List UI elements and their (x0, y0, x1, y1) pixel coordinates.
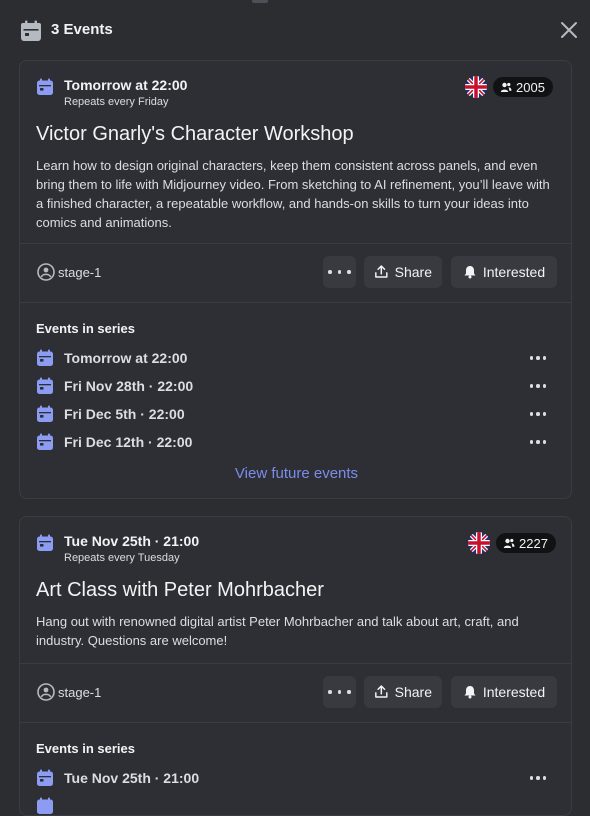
series-item-more-button[interactable] (527, 768, 549, 788)
calendar-icon (37, 78, 53, 95)
series-item-label: Tomorrow at 22:00 (64, 350, 188, 366)
series-item-more-button[interactable] (527, 432, 549, 452)
series-item-label: Fri Nov 28th · 22:00 (64, 378, 194, 394)
series-item[interactable]: Tomorrow at 22:00 (36, 348, 556, 368)
event-time: Tomorrow at 22:00 (64, 77, 188, 93)
series-item[interactable]: Fri Dec 12th · 22:00 (36, 432, 556, 452)
more-options-button[interactable] (323, 676, 356, 708)
series-item-more-button[interactable] (527, 404, 549, 424)
event-description: Hang out with renowned digital artist Pe… (36, 614, 519, 648)
view-future-events-link[interactable]: View future events (20, 465, 571, 482)
calendar-icon (37, 797, 53, 814)
interested-label: Interested (482, 264, 546, 280)
location-label: stage-1 (58, 264, 102, 280)
calendar-icon (21, 20, 41, 41)
interested-button[interactable]: Interested (451, 256, 557, 288)
event-card: Tomorrow at 22:00 Repeats every Friday 2… (19, 60, 572, 499)
interested-count-badge: 2227 (496, 533, 556, 553)
events-in-series: Events in series Tue Nov 25th · 21:00 (20, 723, 571, 815)
events-header: 3 Events (0, 0, 590, 60)
series-item-label: Fri Dec 12th · 22:00 (64, 434, 193, 450)
share-button[interactable]: Share (364, 676, 442, 708)
event-location[interactable]: stage-1 (36, 682, 101, 702)
series-heading: Events in series (36, 741, 135, 756)
people-icon (503, 538, 515, 548)
share-button[interactable]: Share (364, 256, 442, 288)
series-item-label: Tue Nov 25th · 21:00 (64, 770, 200, 786)
event-location[interactable]: stage-1 (36, 262, 101, 282)
interested-button[interactable]: Interested (451, 676, 557, 708)
share-label: Share (394, 684, 432, 700)
close-icon[interactable] (558, 19, 580, 41)
event-description: Learn how to design original characters,… (36, 158, 550, 230)
series-heading: Events in series (36, 321, 135, 336)
event-time: Tue Nov 25th · 21:00 (64, 533, 200, 549)
series-item[interactable]: Tue Nov 25th · 21:00 (36, 768, 556, 788)
series-item[interactable]: Fri Dec 5th · 22:00 (36, 404, 556, 424)
share-icon (375, 265, 388, 278)
bell-icon (464, 266, 476, 279)
event-card: Tue Nov 25th · 21:00 Repeats every Tuesd… (19, 516, 572, 816)
server-flag-icon (468, 532, 490, 554)
calendar-icon (37, 377, 53, 394)
events-count-title: 3 Events (51, 21, 113, 38)
series-item[interactable]: Fri Nov 28th · 22:00 (36, 376, 556, 396)
interested-count-badge: 2005 (493, 77, 553, 97)
event-title[interactable]: Art Class with Peter Mohrbacher (36, 579, 324, 602)
location-label: stage-1 (58, 684, 102, 700)
interested-count: 2005 (516, 79, 545, 95)
stage-icon (37, 683, 55, 701)
series-item-more-button[interactable] (527, 376, 549, 396)
event-repeat: Repeats every Friday (64, 96, 169, 108)
series-item-label: Fri Dec 5th · 22:00 (64, 406, 185, 422)
calendar-icon (37, 433, 53, 450)
event-title[interactable]: Victor Gnarly's Character Workshop (36, 123, 354, 146)
more-options-button[interactable] (323, 256, 356, 288)
calendar-icon (37, 769, 53, 786)
interested-count: 2227 (519, 535, 548, 551)
share-icon (375, 685, 388, 698)
events-in-series: Events in series Tomorrow at 22:00 Fri N… (20, 303, 571, 498)
share-label: Share (394, 264, 432, 280)
calendar-icon (37, 534, 53, 551)
server-flag-icon (465, 76, 487, 98)
calendar-icon (37, 349, 53, 366)
calendar-icon (37, 405, 53, 422)
bell-icon (464, 686, 476, 699)
people-icon (500, 82, 512, 92)
series-item-partial[interactable] (36, 796, 556, 815)
interested-label: Interested (482, 684, 546, 700)
series-item-more-button[interactable] (527, 348, 549, 368)
event-repeat: Repeats every Tuesday (64, 552, 180, 564)
stage-icon (37, 263, 55, 281)
